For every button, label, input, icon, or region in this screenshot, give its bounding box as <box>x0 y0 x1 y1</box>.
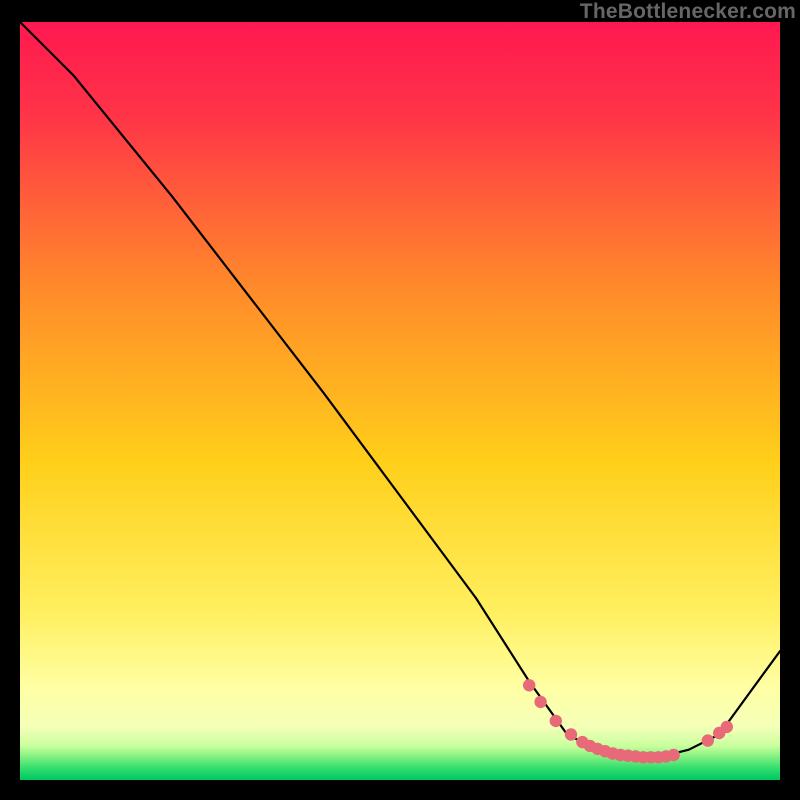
bottleneck-chart <box>20 22 780 780</box>
watermark-label: TheBottlenecker.com <box>580 0 796 24</box>
highlight-dot <box>721 721 733 733</box>
highlight-dot <box>565 728 577 740</box>
highlight-dot <box>550 715 562 727</box>
chart-frame <box>20 22 780 780</box>
highlight-dot <box>667 749 679 761</box>
gradient-background <box>20 22 780 780</box>
highlight-dot <box>702 734 714 746</box>
highlight-dot <box>523 679 535 691</box>
highlight-dot <box>534 696 546 708</box>
